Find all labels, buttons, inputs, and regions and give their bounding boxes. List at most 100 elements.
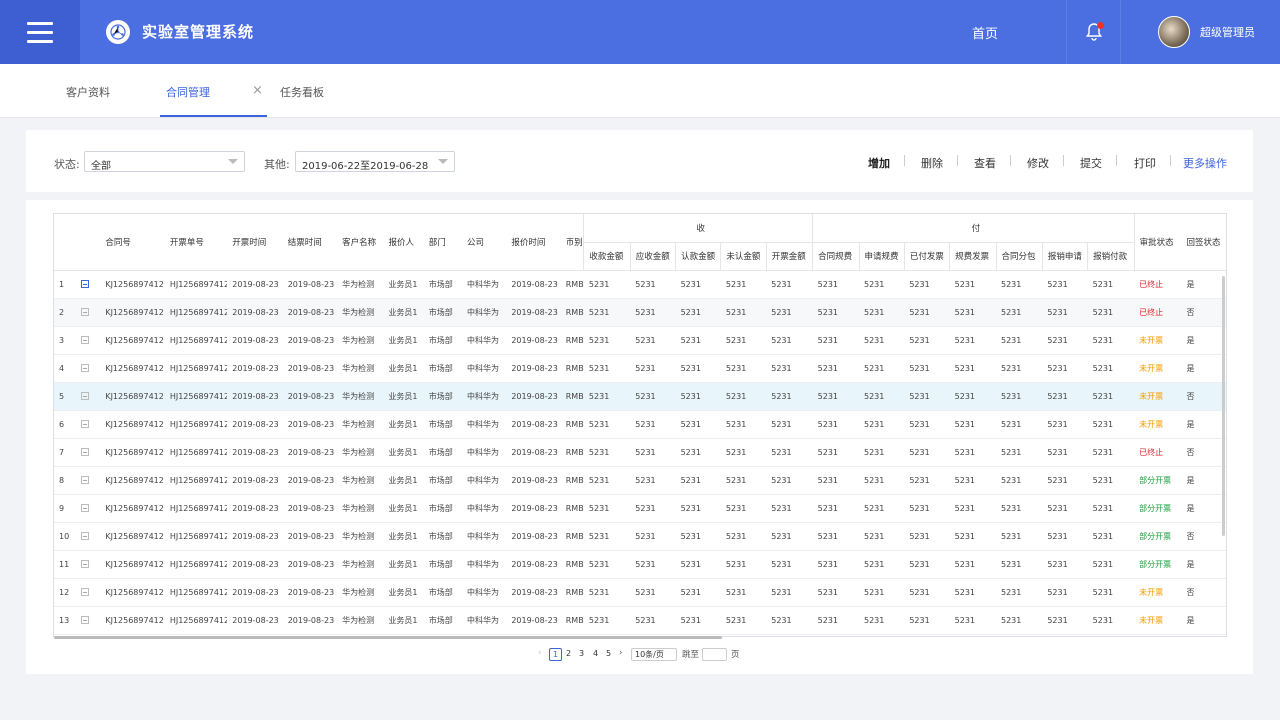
table-row[interactable]: 4 KJ1256897412 HJ1256897412 2019-08-23 2019-… <box>54 354 1226 383</box>
table-row[interactable]: 3 KJ1256897412 HJ1256897412 2019-08-23 2019-… <box>54 326 1226 355</box>
table-row[interactable]: 8 KJ1256897412 HJ1256897412 2019-08-23 2019-… <box>54 466 1226 495</box>
col-contract-split[interactable]: 合同分包 <box>996 242 1043 271</box>
expand-toggle[interactable] <box>76 606 101 635</box>
page-2[interactable]: 2 <box>562 648 575 661</box>
expand-icon[interactable] <box>81 420 90 428</box>
cell-c4: 2019-08-23 <box>282 522 338 551</box>
col-reporter[interactable]: 报价人 <box>383 214 424 271</box>
expand-icon[interactable] <box>81 560 90 568</box>
col-approval[interactable]: 审批状态 <box>1133 214 1182 271</box>
expand-icon[interactable] <box>81 336 90 344</box>
tab-customer[interactable]: 客户资料 <box>66 84 110 100</box>
expand-toggle[interactable] <box>76 494 101 523</box>
page-5[interactable]: 5 <box>602 648 615 661</box>
col-dept[interactable]: 部门 <box>423 214 463 271</box>
col-open-time[interactable]: 开票时间 <box>227 214 283 271</box>
col-company[interactable]: 公司 <box>462 214 507 271</box>
col-recv-amount[interactable]: 收款金额 <box>583 242 631 271</box>
col-contract-no[interactable]: 合同号 <box>100 214 165 271</box>
date-range-select[interactable]: 2019-06-22至2019-06-28 <box>295 151 455 172</box>
edit-button[interactable]: 修改 <box>1027 155 1049 171</box>
expand-toggle[interactable] <box>76 578 101 607</box>
goto-page-input[interactable] <box>702 648 727 661</box>
notification-button[interactable] <box>1066 0 1121 64</box>
col-fee-invoice[interactable]: 规费发票 <box>949 242 997 271</box>
cell-v5: 5231 <box>766 410 813 439</box>
col-invoice-amount[interactable]: 开票金额 <box>766 242 814 271</box>
col-close-time[interactable]: 结票时间 <box>282 214 338 271</box>
expand-toggle[interactable] <box>76 466 101 495</box>
table-row[interactable]: 13 KJ1256897412 HJ1256897412 2019-08-23 2019… <box>54 606 1226 635</box>
home-link[interactable]: 首页 <box>972 23 998 42</box>
col-contract-fee[interactable]: 合同规费 <box>812 242 860 271</box>
menu-toggle-button[interactable] <box>0 0 80 64</box>
expand-icon[interactable] <box>81 392 90 400</box>
table-row[interactable]: 9 KJ1256897412 HJ1256897412 2019-08-23 2019-… <box>54 494 1226 523</box>
expand-toggle[interactable] <box>76 326 101 355</box>
col-paid-invoice[interactable]: 已付发票 <box>904 242 951 271</box>
submit-button[interactable]: 提交 <box>1080 155 1102 171</box>
delete-button[interactable]: 删除 <box>921 155 943 171</box>
col-return[interactable]: 回签状态 <box>1181 214 1226 271</box>
page-3[interactable]: 3 <box>575 648 588 661</box>
col-apply-fee[interactable]: 申请规费 <box>859 242 905 271</box>
expand-icon[interactable] <box>81 616 90 624</box>
expand-toggle[interactable] <box>76 550 101 579</box>
vertical-scrollbar[interactable] <box>1222 276 1225 536</box>
expand-icon[interactable] <box>81 588 90 596</box>
expand-icon[interactable] <box>81 504 90 512</box>
table-row[interactable]: 2 KJ1256897412 HJ1256897412 2019-08-23 2019-… <box>54 298 1226 327</box>
expand-toggle[interactable] <box>76 410 101 439</box>
col-invoice-no[interactable]: 开票单号 <box>164 214 228 271</box>
col-quote-time[interactable]: 报价时间 <box>506 214 561 271</box>
expand-toggle[interactable] <box>76 270 101 299</box>
table-row[interactable]: 5 KJ1256897412 HJ1256897412 2019-08-23 2019-… <box>54 382 1226 411</box>
prev-page-button[interactable]: ‹ <box>538 648 541 658</box>
expand-icon[interactable] <box>81 448 90 456</box>
col-unconfirm-amount[interactable]: 未认金额 <box>720 242 767 271</box>
table-row[interactable]: 12 KJ1256897412 HJ1256897412 2019-08-23 2019… <box>54 578 1226 607</box>
tab-contract[interactable]: 合同管理 <box>166 84 210 100</box>
status-select[interactable]: 全部 <box>84 151 245 172</box>
table-row[interactable]: 11 KJ1256897412 HJ1256897412 2019-08-23 2019… <box>54 550 1226 579</box>
close-icon[interactable]: × <box>252 83 263 98</box>
cell-p6: 5231 <box>1042 438 1088 467</box>
col-currency[interactable]: 币别 <box>560 214 585 271</box>
tab-task-board[interactable]: 任务看板 <box>280 84 324 100</box>
expand-toggle[interactable] <box>76 298 101 327</box>
collapse-icon[interactable] <box>81 280 90 288</box>
avatar[interactable] <box>1158 16 1190 48</box>
expand-toggle[interactable] <box>76 354 101 383</box>
next-page-button[interactable]: › <box>619 648 622 658</box>
page-4[interactable]: 4 <box>589 648 602 661</box>
view-button[interactable]: 查看 <box>974 155 996 171</box>
print-button[interactable]: 打印 <box>1134 155 1156 171</box>
cell-p6: 5231 <box>1042 382 1088 411</box>
expand-icon[interactable] <box>81 308 90 316</box>
expand-toggle[interactable] <box>76 382 101 411</box>
expand-toggle[interactable] <box>76 438 101 467</box>
cell-p4: 5231 <box>949 382 996 411</box>
col-reimburse-apply[interactable]: 报销申请 <box>1042 242 1089 271</box>
cell-c8: 中科华为 <box>462 410 507 439</box>
page-1[interactable]: 1 <box>549 648 562 661</box>
expand-toggle[interactable] <box>76 522 101 551</box>
col-reimburse-pay[interactable]: 报销付款 <box>1087 242 1135 271</box>
horizontal-scrollbar[interactable] <box>54 636 722 639</box>
cell-v3: 5231 <box>675 326 721 355</box>
user-name[interactable]: 超级管理员 <box>1200 24 1255 40</box>
col-confirm-amount[interactable]: 认款金额 <box>675 242 722 271</box>
cell-v3: 5231 <box>675 606 721 635</box>
expand-icon[interactable] <box>81 364 90 372</box>
add-button[interactable]: 增加 <box>868 155 890 171</box>
col-customer[interactable]: 客户名称 <box>337 214 384 271</box>
expand-icon[interactable] <box>81 476 90 484</box>
more-actions-button[interactable]: 更多操作 <box>1183 155 1227 171</box>
table-row[interactable]: 10 KJ1256897412 HJ1256897412 2019-08-23 2019… <box>54 522 1226 551</box>
table-row[interactable]: 7 KJ1256897412 HJ1256897412 2019-08-23 2019-… <box>54 438 1226 467</box>
col-due-amount[interactable]: 应收金额 <box>630 242 677 271</box>
table-row[interactable]: 6 KJ1256897412 HJ1256897412 2019-08-23 2019-… <box>54 410 1226 439</box>
expand-icon[interactable] <box>81 532 90 540</box>
table-row[interactable]: 1 KJ1256897412 HJ1256897412 2019-08-23 2019-… <box>54 270 1226 299</box>
page-size-select[interactable]: 10条/页 <box>631 648 677 661</box>
